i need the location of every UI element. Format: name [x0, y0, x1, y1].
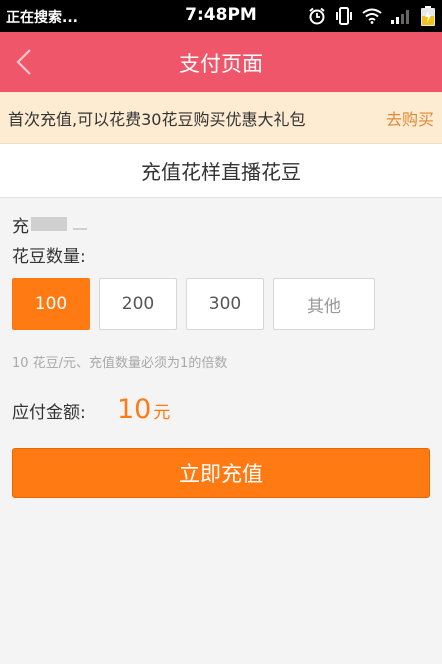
promo-text: 首次充值,可以花费30花豆购买优惠大礼包	[8, 109, 306, 129]
account-row: 充	[12, 212, 430, 237]
vibrate-icon	[336, 7, 352, 25]
buy-gift-link[interactable]: 去购买	[386, 106, 434, 130]
account-redacted-dash	[73, 228, 87, 230]
account-prefix: 充	[12, 216, 29, 237]
recharge-title: 充值花样直播花豆	[0, 144, 442, 198]
amount-value: 10	[117, 394, 152, 425]
status-bar: 正在搜索... 7:48PM	[0, 0, 442, 32]
quantity-option-100[interactable]: 100	[12, 278, 90, 330]
recharge-form: 充 花豆数量: 100 200 300 其他 10 花豆/元、充值数量必须为1的…	[0, 198, 442, 498]
amount-unit: 元	[153, 403, 171, 423]
amount-label: 应付金额:	[12, 403, 86, 423]
quantity-label: 花豆数量:	[12, 247, 86, 267]
promo-banner: 首次充值,可以花费30花豆购买优惠大礼包 去购买	[0, 92, 442, 144]
quantity-option-300[interactable]: 300	[186, 278, 264, 330]
amount-row: 应付金额: 10 元	[12, 394, 430, 428]
exchange-hint: 10 花豆/元、充值数量必须为1的倍数	[12, 356, 228, 371]
nav-bar: 支付页面	[0, 32, 442, 92]
signal-icon	[391, 10, 409, 24]
recharge-now-button[interactable]: 立即充值	[12, 448, 430, 498]
account-redacted	[31, 217, 67, 231]
page-title: 支付页面	[179, 52, 263, 76]
quantity-option-other[interactable]: 其他	[273, 278, 375, 330]
quantity-option-200[interactable]: 200	[99, 278, 177, 330]
quantity-options: 100 200 300 其他	[12, 278, 430, 330]
wifi-icon	[362, 8, 382, 24]
status-icons	[308, 6, 436, 26]
battery-charging-icon	[421, 6, 435, 26]
alarm-icon	[309, 7, 325, 25]
